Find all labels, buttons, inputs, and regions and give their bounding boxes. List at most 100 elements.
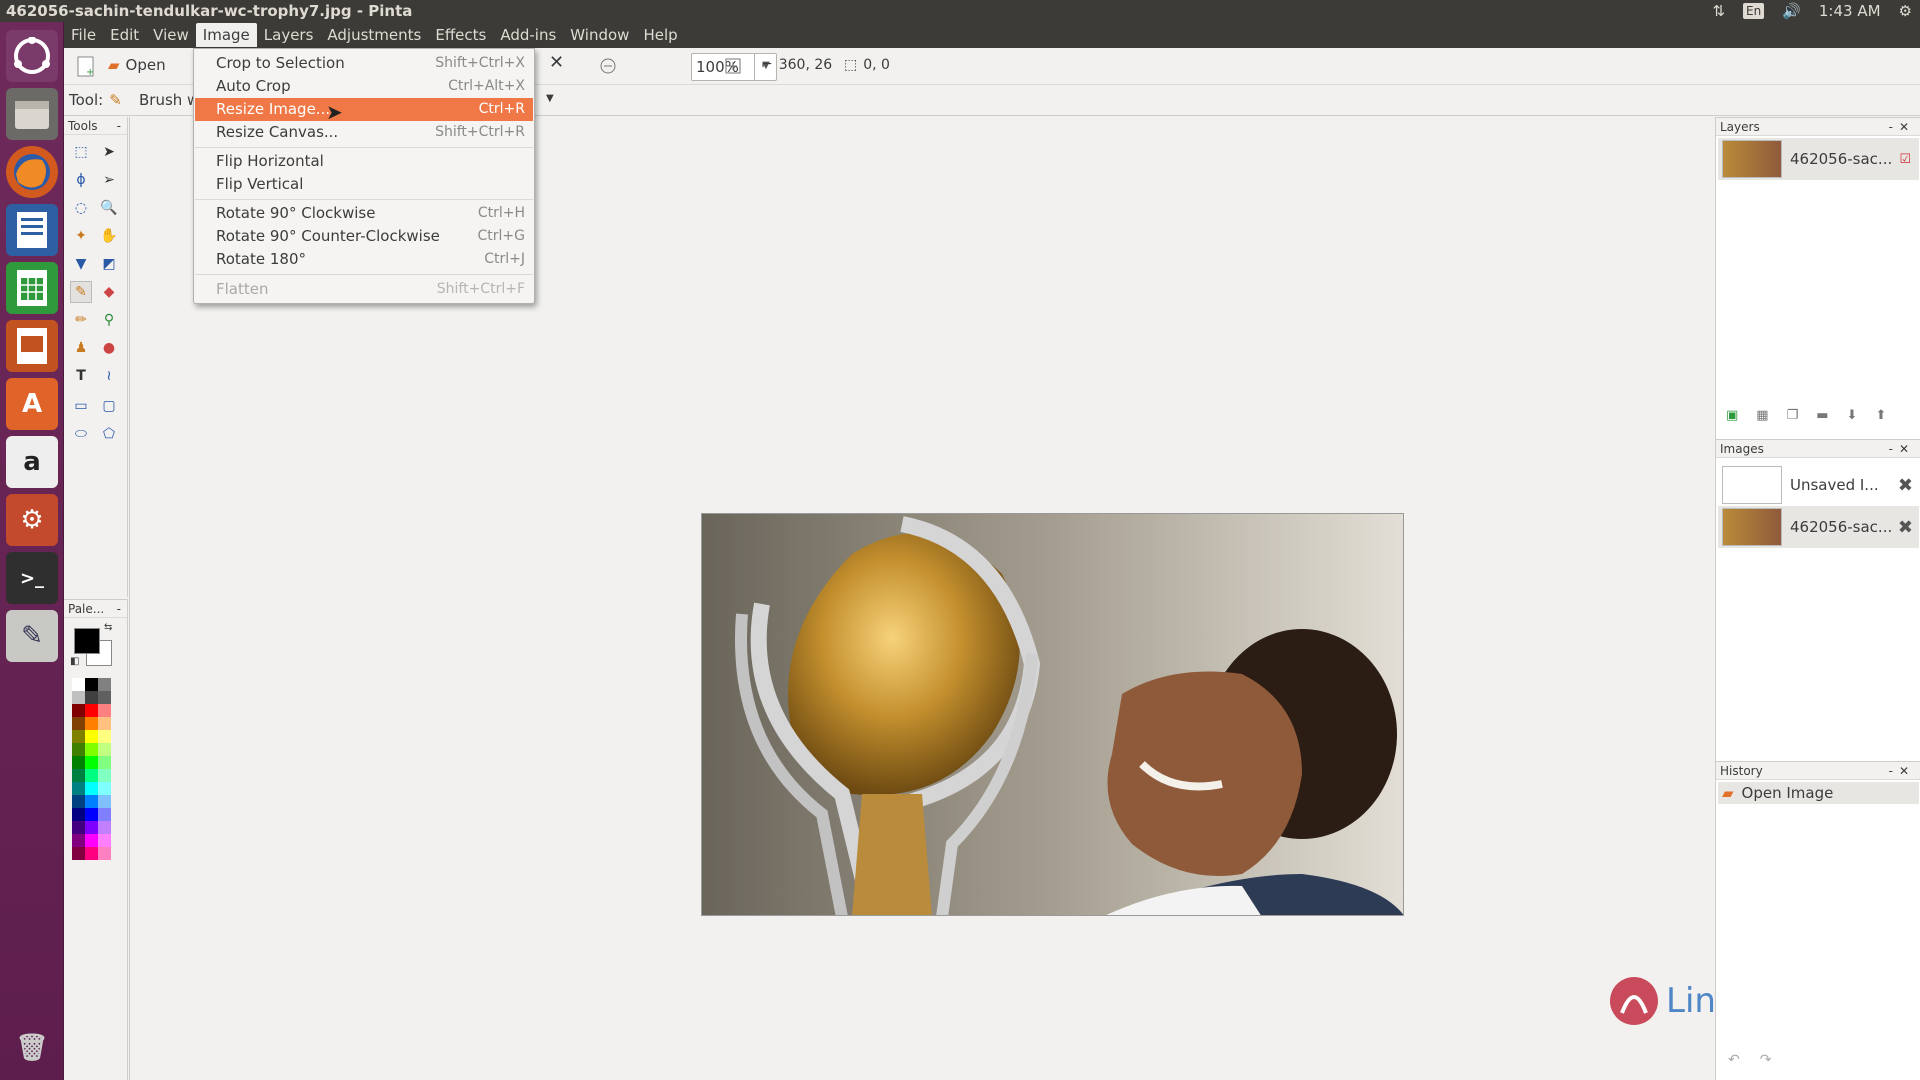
rotate-180-item[interactable]: Rotate 180° Ctrl+J: [195, 248, 533, 271]
menu-layers[interactable]: Layers: [257, 23, 321, 47]
palette-swatch[interactable]: [85, 795, 98, 808]
palette-swatch[interactable]: [85, 704, 98, 717]
palette-swatch[interactable]: [72, 691, 85, 704]
terminal-icon[interactable]: >_: [6, 552, 58, 604]
palette-swatch[interactable]: [98, 691, 111, 704]
rectangle-select-icon[interactable]: ⬚: [70, 141, 92, 163]
text-tool-icon[interactable]: T: [70, 365, 92, 387]
palette-swatch[interactable]: [72, 678, 85, 691]
palette-swatch[interactable]: [85, 717, 98, 730]
paintbrush-tool-icon[interactable]: ✎: [70, 281, 92, 303]
zoom-tool-icon[interactable]: 🔍: [98, 197, 120, 219]
palette-swatch[interactable]: [85, 847, 98, 860]
rotate-90-cw-item[interactable]: Rotate 90° Clockwise Ctrl+H: [195, 202, 533, 225]
close-image-icon[interactable]: ✖: [1898, 517, 1913, 538]
magic-wand-icon[interactable]: ✦: [70, 225, 92, 247]
palette-swatch[interactable]: [98, 782, 111, 795]
history-item[interactable]: ▰ Open Image: [1718, 782, 1919, 804]
menu-help[interactable]: Help: [636, 23, 684, 47]
auto-crop-item[interactable]: Auto Crop Ctrl+Alt+X: [195, 75, 533, 98]
menu-add-ins[interactable]: Add-ins: [493, 23, 563, 47]
palette-swatch[interactable]: [72, 821, 85, 834]
palette-swatch[interactable]: [85, 678, 98, 691]
system-settings-icon[interactable]: ⚙: [6, 494, 58, 546]
zoom-out-icon[interactable]: [599, 57, 617, 75]
firefox-icon[interactable]: [6, 146, 58, 198]
palette-swatch[interactable]: [98, 730, 111, 743]
image-canvas[interactable]: [701, 513, 1404, 916]
move-layer-down-icon[interactable]: ⬇: [1847, 408, 1858, 423]
palette-swatch[interactable]: [72, 743, 85, 756]
flip-horizontal-item[interactable]: Flip Horizontal: [195, 150, 533, 173]
palette-swatch[interactable]: [98, 795, 111, 808]
gradient-icon[interactable]: ◩: [98, 253, 120, 275]
volume-icon[interactable]: 🔊: [1782, 0, 1801, 22]
pan-hand-icon[interactable]: ✋: [98, 225, 120, 247]
clone-stamp-icon[interactable]: ♟: [70, 337, 92, 359]
paint-bucket-icon[interactable]: ▼: [70, 253, 92, 275]
palette-swatch[interactable]: [72, 834, 85, 847]
pencil-icon[interactable]: ✏: [70, 309, 92, 331]
move-selection-icon[interactable]: ➢: [98, 169, 120, 191]
palette-swatch[interactable]: [72, 795, 85, 808]
impress-icon[interactable]: [6, 320, 58, 372]
palette-swatch[interactable]: [85, 821, 98, 834]
palette-swatch[interactable]: [98, 678, 111, 691]
menu-effects[interactable]: Effects: [428, 23, 493, 47]
move-layer-up-icon[interactable]: ⬆: [1875, 408, 1886, 423]
palette-swatch[interactable]: [98, 769, 111, 782]
palette-swatch[interactable]: [85, 730, 98, 743]
flip-vertical-item[interactable]: Flip Vertical: [195, 173, 533, 196]
palette-swatch[interactable]: [85, 691, 98, 704]
menu-view[interactable]: View: [146, 23, 196, 47]
add-layer-icon[interactable]: ▣: [1726, 408, 1738, 423]
clock[interactable]: 1:43 AM: [1819, 0, 1881, 22]
palette-swatch[interactable]: [98, 847, 111, 860]
palette-swatch[interactable]: [72, 730, 85, 743]
new-image-icon[interactable]: +: [76, 56, 96, 78]
menu-edit[interactable]: Edit: [103, 23, 146, 47]
panel-controls-icon[interactable]: -✕: [1889, 118, 1915, 136]
undo-icon[interactable]: ↶: [1728, 1052, 1740, 1068]
menu-adjustments[interactable]: Adjustments: [320, 23, 428, 47]
palette-swatch[interactable]: [72, 756, 85, 769]
palette-swatch[interactable]: [72, 782, 85, 795]
panel-controls-icon[interactable]: -✕: [1889, 440, 1915, 458]
palette-swatch[interactable]: [85, 782, 98, 795]
palette-swatch[interactable]: [85, 743, 98, 756]
rectangle-tool-icon[interactable]: ▭: [70, 395, 92, 417]
freeform-shape-icon[interactable]: ⬠: [98, 423, 120, 445]
ellipse-select-icon[interactable]: ◌: [70, 197, 92, 219]
zoom-in-icon[interactable]: [724, 57, 742, 75]
reset-colors-icon[interactable]: ◧: [70, 656, 79, 667]
lasso-select-icon[interactable]: ϕ: [70, 169, 92, 191]
panel-collapse-icon[interactable]: -: [117, 117, 121, 135]
palette-swatch[interactable]: [72, 847, 85, 860]
palette-swatch[interactable]: [85, 808, 98, 821]
palette-swatch[interactable]: [85, 756, 98, 769]
resize-canvas-item[interactable]: Resize Canvas... Shift+Ctrl+R: [195, 121, 533, 144]
panel-controls-icon[interactable]: -✕: [1889, 762, 1915, 780]
panel-collapse-icon[interactable]: -: [117, 600, 121, 618]
close-image-icon[interactable]: ✖: [1898, 475, 1913, 496]
delete-layer-icon[interactable]: ▦: [1756, 408, 1768, 423]
pinta-icon[interactable]: ✎: [6, 610, 58, 662]
crop-to-selection-item[interactable]: Crop to Selection Shift+Ctrl+X: [195, 52, 533, 75]
palette-swatch[interactable]: [72, 704, 85, 717]
rounded-rectangle-icon[interactable]: ▢: [98, 395, 120, 417]
palette-swatch[interactable]: [72, 717, 85, 730]
menu-window[interactable]: Window: [563, 23, 636, 47]
deselect-icon[interactable]: ✕: [549, 52, 564, 73]
palette-swatch[interactable]: [98, 808, 111, 821]
calc-icon[interactable]: [6, 262, 58, 314]
files-icon[interactable]: [6, 88, 58, 140]
palette-swatch[interactable]: [72, 808, 85, 821]
palette-swatch[interactable]: [85, 769, 98, 782]
trash-icon[interactable]: 🗑: [6, 1022, 58, 1074]
duplicate-layer-icon[interactable]: ❐: [1787, 408, 1799, 423]
merge-layer-icon[interactable]: ▬: [1816, 408, 1828, 423]
software-center-icon[interactable]: A: [6, 378, 58, 430]
palette-swatch[interactable]: [98, 821, 111, 834]
menu-file[interactable]: File: [64, 23, 103, 47]
antialias-dropdown-icon[interactable]: ▼: [546, 93, 554, 104]
